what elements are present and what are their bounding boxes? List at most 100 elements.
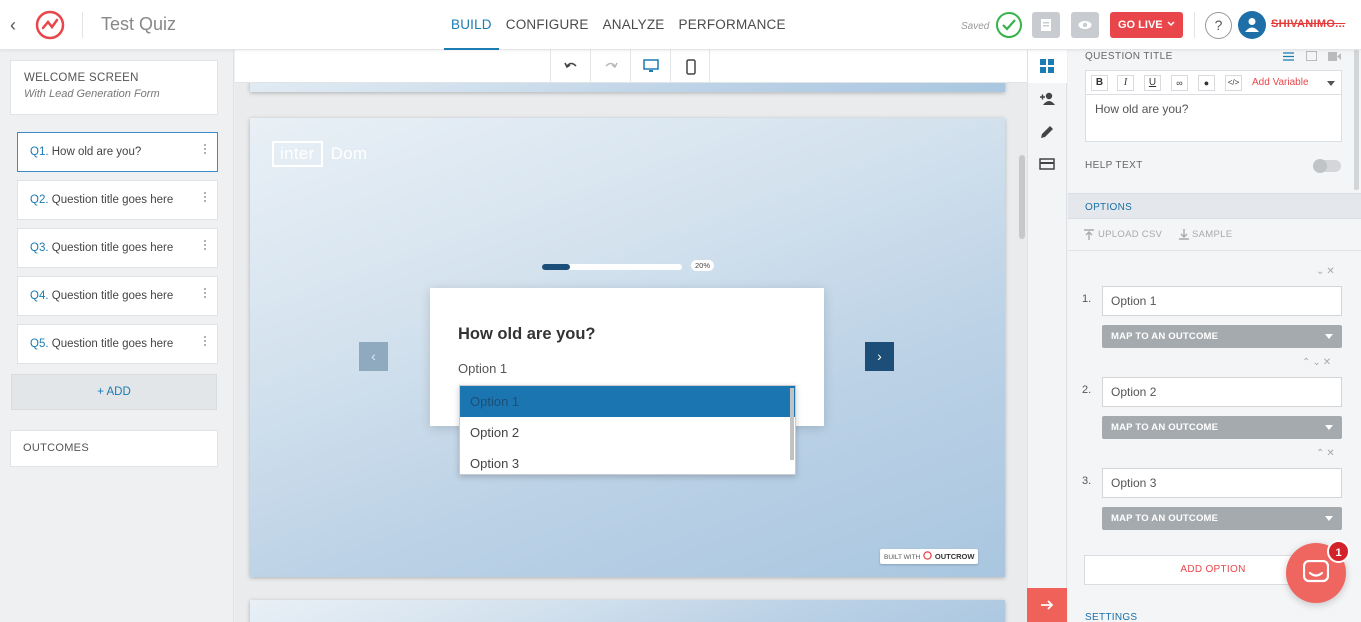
question-label: Question title goes here — [51, 338, 174, 350]
question-item-3[interactable]: Q3. Question title goes here — [17, 228, 218, 268]
next-question-button[interactable]: › — [865, 342, 894, 371]
go-live-label: GO LIVE — [1118, 19, 1163, 31]
built-with-badge[interactable]: BUILT WITH OUTCROW — [880, 549, 979, 564]
underline-icon[interactable]: U — [1144, 75, 1161, 91]
builder-canvas: inter Dom 20% ‹ › How old are you? Optio… — [235, 50, 1027, 622]
map-outcome-dropdown[interactable]: MAP TO AN OUTCOME — [1102, 325, 1342, 348]
more-options-icon[interactable] — [203, 287, 207, 301]
map-outcome-dropdown[interactable]: MAP TO AN OUTCOME — [1102, 416, 1342, 439]
preview-eye-icon[interactable] — [1071, 12, 1099, 38]
color-drop-icon[interactable]: ● — [1198, 75, 1215, 91]
dropdown-option[interactable]: Option 2 — [460, 417, 795, 448]
layout-grid-icon[interactable] — [1028, 50, 1067, 83]
username[interactable]: SHIVANIMO... — [1271, 18, 1345, 30]
templates-icon[interactable] — [1032, 12, 1060, 38]
upload-csv-button[interactable]: UPLOAD CSV — [1098, 229, 1162, 240]
more-options-icon[interactable] — [203, 143, 207, 157]
arrow-right-icon — [1041, 600, 1054, 610]
collapse-panel-button[interactable] — [1027, 588, 1067, 622]
caret-down-icon — [1325, 334, 1333, 339]
back-arrow-icon[interactable]: ‹ — [10, 14, 28, 36]
question-title-label: QUESTION TITLE — [1085, 51, 1173, 62]
rich-text-toolbar: B I U ∞ ● </> Add Variable — [1085, 70, 1342, 95]
redo-icon[interactable] — [590, 50, 630, 83]
option-controls[interactable]: ⌄✕ — [1316, 266, 1337, 277]
more-options-icon[interactable] — [203, 191, 207, 205]
avatar[interactable] — [1238, 11, 1266, 39]
more-options-icon[interactable] — [203, 239, 207, 253]
question-title-editor[interactable]: How old are you? — [1085, 95, 1342, 142]
undo-icon[interactable] — [550, 50, 590, 83]
main-tabs: BUILD CONFIGURE ANALYZE PERFORMANCE — [444, 0, 793, 50]
image-icon[interactable] — [1306, 51, 1317, 61]
quiz-title[interactable]: Test Quiz — [101, 14, 176, 35]
add-question-button[interactable]: + ADD — [11, 374, 217, 410]
mobile-view-icon[interactable] — [670, 50, 710, 83]
option-input[interactable]: Option 2 — [1102, 377, 1342, 407]
question-label: Question title goes here — [51, 290, 174, 302]
option-controls[interactable]: ⌃⌄✕ — [1302, 357, 1333, 368]
settings-section[interactable]: SETTINGS — [1085, 612, 1137, 622]
question-item-5[interactable]: Q5. Question title goes here — [17, 324, 218, 364]
outgrow-logo[interactable] — [34, 9, 66, 41]
add-variable-dropdown[interactable]: Add Variable — [1252, 77, 1309, 88]
bold-icon[interactable]: B — [1091, 75, 1108, 91]
panel-scrollbar[interactable] — [1354, 50, 1359, 190]
options-label: OPTIONS — [1085, 202, 1133, 213]
outcomes-section[interactable]: OUTCOMES — [10, 430, 218, 467]
progress-bar — [542, 264, 682, 270]
align-icon[interactable] — [1283, 52, 1294, 61]
map-outcome-dropdown[interactable]: MAP TO AN OUTCOME — [1102, 507, 1342, 530]
options-list: ⌄✕ 1. Option 1 MAP TO AN OUTCOME ⌃⌄✕ 2. … — [1068, 250, 1361, 550]
link-icon[interactable]: ∞ — [1171, 75, 1188, 91]
dropdown-option[interactable]: Option 3 — [460, 448, 795, 479]
brand-logo-text: Dom — [330, 144, 368, 163]
option-input[interactable]: Option 1 — [1102, 286, 1342, 316]
canvas-scrollbar[interactable] — [1019, 155, 1025, 239]
tab-analyze[interactable]: ANALYZE — [596, 0, 672, 50]
dropdown-scrollbar[interactable] — [790, 388, 794, 460]
desktop-view-icon[interactable] — [630, 50, 670, 83]
question-slide: inter Dom 20% ‹ › How old are you? Optio… — [250, 118, 1005, 577]
upload-icon[interactable] — [1084, 229, 1094, 240]
chevron-down-icon[interactable] — [1327, 81, 1335, 86]
answer-dropdown[interactable]: Option 1 Option 2 Option 3 — [459, 385, 796, 475]
dropdown-option[interactable]: Option 1 — [460, 386, 795, 417]
question-label: Question title goes here — [51, 242, 174, 254]
card-icon[interactable] — [1028, 149, 1067, 182]
question-item-1[interactable]: Q1. How old are you? — [17, 132, 218, 172]
brand-logo-box: inter — [272, 141, 323, 167]
pencil-icon[interactable] — [1028, 116, 1067, 149]
built-with-brand: OUTCROW — [934, 552, 975, 561]
answer-select-value[interactable]: Option 1 — [458, 361, 507, 376]
caret-down-icon — [1325, 425, 1333, 430]
question-item-2[interactable]: Q2. Question title goes here — [17, 180, 218, 220]
italic-icon[interactable]: I — [1117, 75, 1134, 91]
option-controls[interactable]: ⌃✕ — [1316, 448, 1337, 459]
chat-notification-badge: 1 — [1327, 540, 1350, 563]
tab-performance[interactable]: PERFORMANCE — [672, 0, 793, 50]
brand-logo: inter Dom — [272, 140, 367, 168]
divider — [82, 12, 83, 38]
tab-build[interactable]: BUILD — [444, 0, 499, 50]
option-input[interactable]: Option 3 — [1102, 468, 1342, 498]
video-icon[interactable] — [1328, 52, 1341, 61]
go-live-button[interactable]: GO LIVE — [1110, 12, 1183, 38]
welcome-screen-card[interactable]: WELCOME SCREEN With Lead Generation Form — [10, 60, 218, 115]
top-bar: ‹ Test Quiz BUILD CONFIGURE ANALYZE PERF… — [0, 0, 1361, 50]
download-icon[interactable] — [1179, 229, 1189, 240]
help-text-label: HELP TEXT — [1085, 160, 1143, 171]
previous-question-button[interactable]: ‹ — [359, 342, 388, 371]
options-header[interactable]: OPTIONS — [1068, 193, 1361, 219]
question-number: Q4. — [30, 290, 49, 302]
help-icon[interactable]: ? — [1205, 12, 1232, 39]
sample-button[interactable]: SAMPLE — [1192, 229, 1232, 240]
option-number: 3. — [1082, 475, 1092, 487]
question-item-4[interactable]: Q4. Question title goes here — [17, 276, 218, 316]
tab-configure[interactable]: CONFIGURE — [499, 0, 596, 50]
help-text-toggle[interactable] — [1313, 159, 1341, 173]
code-icon[interactable]: </> — [1225, 75, 1242, 91]
add-user-icon[interactable] — [1028, 83, 1067, 116]
next-slide-preview — [250, 600, 1005, 622]
more-options-icon[interactable] — [203, 335, 207, 349]
